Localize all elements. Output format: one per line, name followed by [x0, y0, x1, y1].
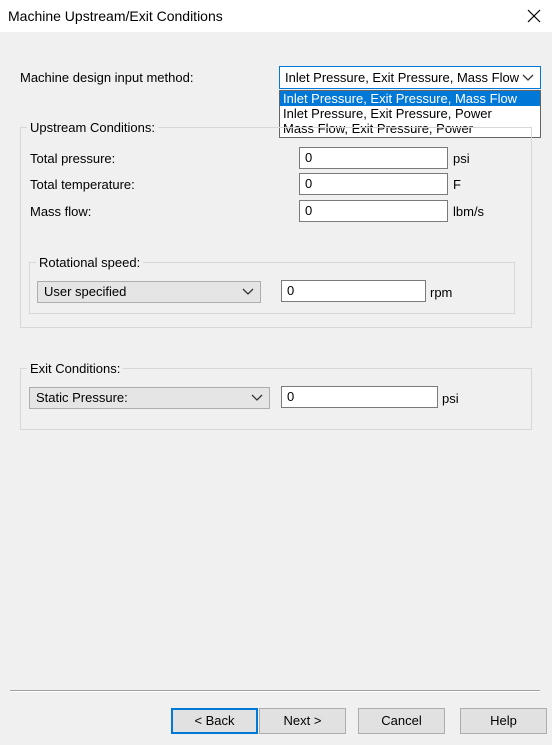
- total-pressure-label: Total pressure:: [30, 151, 116, 166]
- rotational-speed-title: Rotational speed:: [36, 255, 144, 270]
- back-button[interactable]: < Back: [171, 708, 258, 734]
- total-temperature-label: Total temperature:: [30, 177, 135, 192]
- mass-flow-label: Mass flow:: [30, 204, 92, 219]
- total-temperature-unit: F: [453, 177, 461, 192]
- total-temperature-input[interactable]: 0: [299, 173, 448, 195]
- mass-flow-unit: lbm/s: [453, 204, 485, 219]
- exit-pressure-unit: psi: [442, 391, 459, 406]
- cancel-button[interactable]: Cancel: [358, 708, 445, 734]
- rotational-speed-input[interactable]: 0: [281, 280, 426, 302]
- close-button[interactable]: [522, 4, 546, 28]
- rotational-speed-unit: rpm: [430, 285, 453, 300]
- window-title: Machine Upstream/Exit Conditions: [8, 8, 223, 24]
- dropdown-option[interactable]: Inlet Pressure, Exit Pressure, Mass Flow: [280, 91, 540, 106]
- upstream-conditions-title: Upstream Conditions:: [27, 120, 158, 135]
- mass-flow-input[interactable]: 0: [299, 200, 448, 222]
- close-icon: [527, 9, 541, 23]
- help-button[interactable]: Help: [460, 708, 547, 734]
- design-input-label: Machine design input method:: [20, 70, 194, 85]
- design-input-selected: Inlet Pressure, Exit Pressure, Mass Flow: [285, 70, 520, 85]
- button-separator: [10, 690, 540, 692]
- total-pressure-unit: psi: [453, 151, 470, 166]
- title-bar: Machine Upstream/Exit Conditions: [0, 0, 552, 32]
- rotational-speed-mode-select[interactable]: User specified: [37, 281, 261, 303]
- rotational-speed-mode-value: User specified: [44, 284, 127, 299]
- chevron-down-icon: [522, 74, 534, 81]
- dropdown-option[interactable]: Inlet Pressure, Exit Pressure, Power: [280, 106, 540, 121]
- total-pressure-input[interactable]: 0: [299, 147, 448, 169]
- exit-mode-value: Static Pressure:: [36, 390, 128, 405]
- exit-pressure-input[interactable]: 0: [281, 386, 438, 408]
- chevron-down-icon: [251, 394, 263, 401]
- exit-mode-select[interactable]: Static Pressure:: [29, 387, 270, 409]
- design-input-combobox[interactable]: Inlet Pressure, Exit Pressure, Mass Flow: [279, 66, 541, 89]
- chevron-down-icon: [242, 288, 254, 295]
- exit-conditions-title: Exit Conditions:: [27, 361, 124, 376]
- next-button[interactable]: Next >: [259, 708, 346, 734]
